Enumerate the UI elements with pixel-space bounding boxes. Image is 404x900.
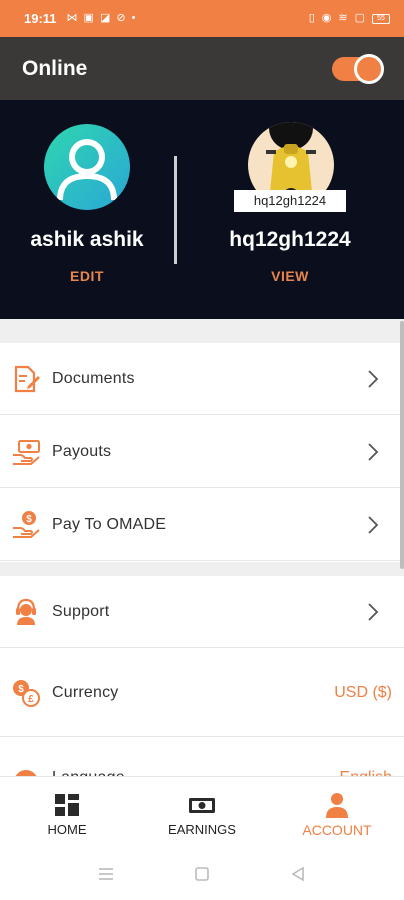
app-header: Online: [0, 37, 404, 100]
chevron-right-icon: [368, 442, 379, 461]
menu-label: Pay To OMADE: [52, 515, 167, 533]
profile-panel: ashik ashik EDIT hq12gh1224 hq12gh1224 V…: [0, 100, 404, 319]
support-icon: [16, 598, 36, 625]
sync-icon: ⊘: [116, 12, 126, 24]
menu-item-payouts[interactable]: Payouts: [0, 416, 404, 488]
location-icon: ◉: [321, 12, 332, 24]
nav-label: HOME: [47, 822, 87, 837]
menu-item-support[interactable]: Support: [0, 576, 404, 648]
menu-label: Documents: [52, 369, 135, 387]
svg-text:£: £: [28, 694, 34, 705]
nav-earnings[interactable]: EARNINGS: [135, 777, 269, 848]
menu-icon[interactable]: [98, 866, 114, 882]
home-icon: [55, 794, 79, 816]
chevron-right-icon: [368, 602, 379, 621]
menu-label: Currency: [52, 683, 119, 701]
chevron-right-icon: [368, 515, 379, 534]
chevron-right-icon: [368, 369, 379, 388]
currency-value: USD ($): [334, 683, 392, 701]
vehicle-name: hq12gh1224: [229, 228, 351, 251]
currency-icon: $ £: [13, 680, 40, 707]
menu-label: Support: [52, 602, 110, 620]
vehicle-photo-label: hq12gh1224: [234, 190, 346, 212]
nav-label: ACCOUNT: [302, 822, 372, 838]
edit-profile-link[interactable]: EDIT: [0, 268, 177, 284]
language-value: English: [340, 769, 392, 776]
menu-label: Language: [52, 769, 125, 776]
bottom-nav: HOME EARNINGS ACCOUNT: [0, 777, 404, 848]
wifi-icon: ≋: [338, 12, 348, 24]
status-bar: 19:11 ⋈ ▣ ◪ ⊘ • ▯ ◉ ≋ ▢ 55: [0, 0, 404, 37]
payouts-icon: [13, 440, 40, 465]
menu-item-documents[interactable]: Documents: [0, 343, 404, 415]
menu-item-currency[interactable]: $ £ Currency USD ($): [0, 649, 404, 737]
menu-item-language[interactable]: Language English: [0, 737, 404, 777]
alarm-icon: ▢: [354, 12, 365, 24]
account-icon: [326, 793, 348, 818]
language-icon: [15, 770, 37, 776]
nav-account[interactable]: ACCOUNT: [270, 777, 404, 848]
nav-label: EARNINGS: [168, 822, 236, 837]
back-icon[interactable]: [290, 866, 306, 882]
online-status-title: Online: [22, 56, 88, 80]
documents-icon: [14, 365, 40, 393]
pay-icon: $: [13, 511, 40, 538]
app-notification-icon: ◪: [99, 12, 111, 24]
user-avatar[interactable]: [44, 124, 130, 210]
svg-text:$: $: [26, 514, 32, 525]
dot-icon: •: [131, 12, 136, 24]
battery-icon: 55: [372, 13, 390, 24]
online-toggle[interactable]: [332, 53, 384, 84]
profile-divider: [174, 156, 177, 264]
menu-label: Payouts: [52, 442, 112, 460]
section-gap: [0, 562, 404, 576]
system-nav-bar: [0, 848, 404, 900]
status-right-icons: ▯ ◉ ≋ ▢ 55: [309, 13, 390, 24]
vibrate-icon: ▯: [308, 12, 315, 24]
user-name: ashik ashik: [30, 228, 144, 251]
person-icon: [57, 139, 117, 201]
menu-item-pay-to-omade[interactable]: $ Pay To OMADE: [0, 489, 404, 561]
app-notification-icon: ▣: [83, 12, 94, 24]
toggle-knob[interactable]: [354, 53, 384, 84]
missed-call-icon: ⋈: [66, 12, 78, 24]
section-gap: [0, 319, 404, 343]
scrollbar[interactable]: [400, 321, 404, 569]
nav-home[interactable]: HOME: [0, 777, 134, 848]
status-left-icons: ⋈ ▣ ◪ ⊘ •: [67, 13, 136, 24]
home-button-icon[interactable]: [194, 866, 210, 882]
view-vehicle-link[interactable]: VIEW: [200, 268, 380, 284]
status-time: 19:11: [24, 11, 57, 26]
earnings-icon: [189, 798, 215, 813]
